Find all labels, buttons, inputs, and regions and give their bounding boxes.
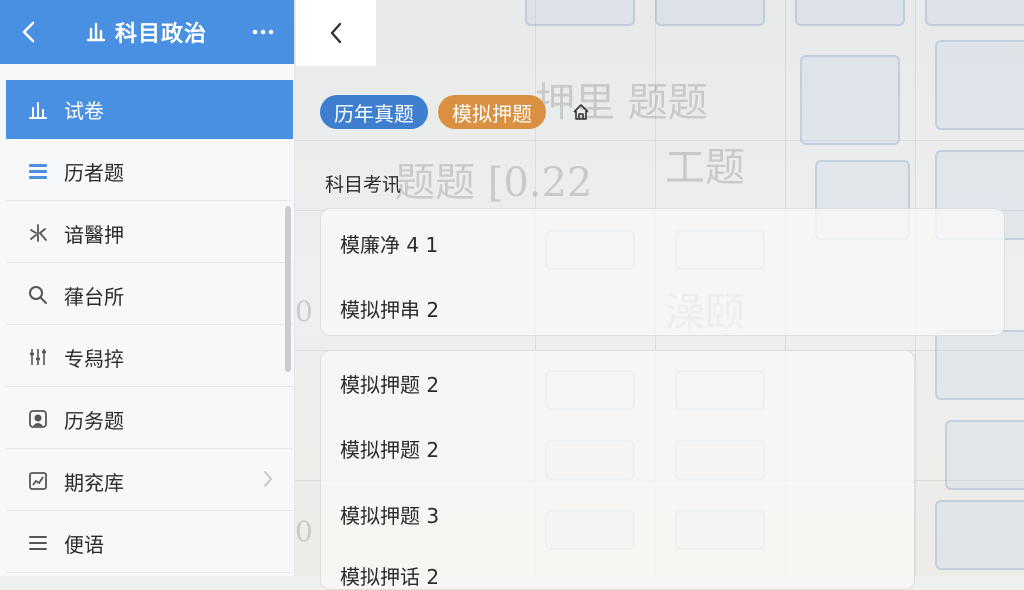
sliders-icon bbox=[26, 345, 50, 369]
chip-mock-exams[interactable]: 模拟押题 bbox=[438, 95, 546, 129]
sidebar-item-label: 专舄捽 bbox=[64, 346, 124, 371]
sidebar-item-notes[interactable]: 便语 bbox=[6, 514, 293, 573]
sidebar: 科目政治 试卷 历者题 谙醫押 葎台所 专舄捽 历务题 期兖库 便语 bbox=[0, 0, 295, 576]
bar-chart-icon bbox=[86, 22, 106, 42]
subject-title-text: 科目政治 bbox=[114, 22, 207, 47]
list-item[interactable]: 模拟押题 3 bbox=[340, 500, 439, 529]
sidebar-item-label: 历务题 bbox=[64, 408, 124, 433]
sidebar-item-label: 历者题 bbox=[64, 160, 124, 185]
sidebar-item-search[interactable]: 葎台所 bbox=[6, 266, 293, 325]
chart-box-icon bbox=[26, 469, 50, 493]
sidebar-item-past-questions[interactable]: 历者题 bbox=[6, 142, 293, 201]
list-item[interactable]: 模廉净 4 1 bbox=[340, 229, 438, 258]
home-icon[interactable] bbox=[570, 101, 592, 123]
back-button[interactable] bbox=[14, 17, 44, 47]
search-icon bbox=[26, 283, 50, 307]
menu-icon bbox=[26, 531, 50, 555]
sidebar-item-label: 葎台所 bbox=[64, 284, 124, 309]
sidebar-item-label: 便语 bbox=[64, 532, 104, 557]
sidebar-item-mock[interactable]: 谙醫押 bbox=[6, 204, 293, 263]
sidebar-item-label: 谙醫押 bbox=[64, 222, 124, 247]
shield-icon bbox=[26, 407, 50, 431]
more-button[interactable] bbox=[248, 17, 278, 47]
sidebar-header: 科目政治 bbox=[0, 0, 294, 64]
sidebar-item-exam-papers[interactable]: 试卷 bbox=[6, 80, 293, 139]
stack-icon bbox=[26, 159, 50, 183]
list-item[interactable]: 模拟押题 2 bbox=[340, 369, 439, 398]
chevron-left-icon bbox=[22, 21, 35, 43]
sidebar-item-special[interactable]: 专舄捽 bbox=[6, 328, 293, 387]
content-back-button[interactable] bbox=[296, 0, 376, 66]
sidebar-item-tasks[interactable]: 历务题 bbox=[6, 390, 293, 449]
chevron-right-icon bbox=[263, 469, 273, 493]
list-item[interactable]: 模拟押题 2 bbox=[340, 434, 439, 463]
section-label: 科目考讯 bbox=[325, 174, 402, 196]
sidebar-menu: 试卷 历者题 谙醫押 葎台所 专舄捽 历务题 期兖库 便语 bbox=[0, 64, 294, 573]
filter-chips: 历年真题 模拟押题 bbox=[320, 95, 592, 129]
chevron-left-icon bbox=[330, 22, 342, 44]
chip-past-exams[interactable]: 历年真题 bbox=[320, 95, 428, 129]
sidebar-item-bank[interactable]: 期兖库 bbox=[6, 452, 293, 511]
subject-title: 科目政治 bbox=[85, 16, 207, 48]
sidebar-item-label: 期兖库 bbox=[64, 470, 124, 495]
more-dots-icon bbox=[252, 29, 274, 35]
bar-chart-icon bbox=[26, 98, 50, 122]
water-icon bbox=[26, 221, 50, 245]
sidebar-item-label: 试卷 bbox=[64, 99, 104, 123]
sidebar-scrollbar[interactable] bbox=[285, 206, 291, 372]
list-item[interactable]: 模拟押串 2 bbox=[340, 294, 439, 323]
